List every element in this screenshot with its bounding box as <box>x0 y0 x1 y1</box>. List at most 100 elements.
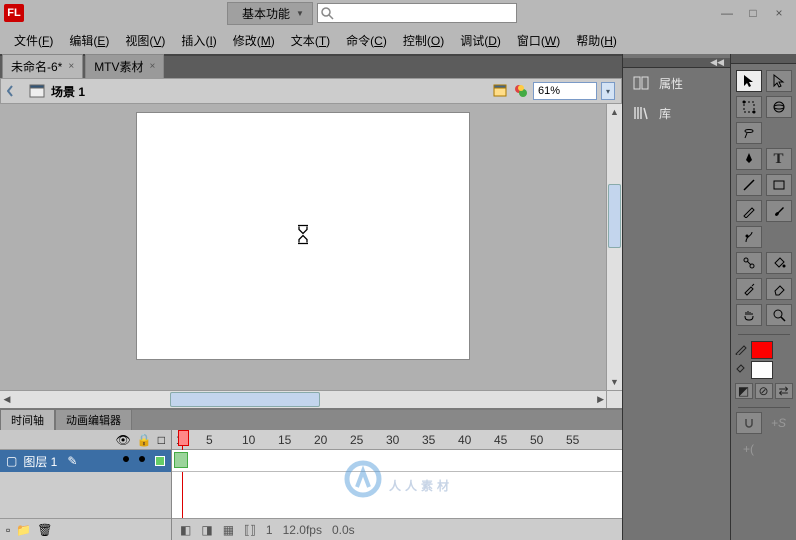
stroke-color-swatch[interactable] <box>751 341 773 359</box>
menu-modify[interactable]: 修改(M) <box>227 30 281 51</box>
no-color-icon[interactable]: ⊘ <box>755 383 773 399</box>
edit-symbols-icon[interactable] <box>513 83 529 99</box>
scroll-up-arrow-icon[interactable]: ▲ <box>607 104 622 120</box>
edit-scene-icon[interactable] <box>493 83 509 99</box>
stage-canvas[interactable] <box>136 112 470 360</box>
ruler-mark: 20 <box>314 433 327 447</box>
color-swatches: ◩ ⊘ ⇄ <box>731 337 796 403</box>
scroll-left-arrow-icon[interactable]: ◀ <box>0 394 14 405</box>
menu-commands[interactable]: 命令(C) <box>340 30 393 51</box>
snap-option-icon[interactable] <box>736 412 762 434</box>
ruler-mark: 15 <box>278 433 291 447</box>
search-box[interactable] <box>317 3 517 23</box>
layer-list: 👁 🔒 □ ▢ 图层 1 ✎ <box>0 430 172 540</box>
paint-bucket-tool[interactable] <box>766 252 792 274</box>
tab-motion-editor[interactable]: 动画编辑器 <box>55 409 132 430</box>
horizontal-scrollbar[interactable]: ◀ ▶ <box>0 390 606 408</box>
layer-outline-swatch[interactable] <box>155 456 165 466</box>
smooth-option-icon[interactable]: +S <box>766 412 792 434</box>
lasso-tool[interactable] <box>736 122 762 144</box>
close-icon[interactable]: × <box>68 61 74 72</box>
playhead[interactable] <box>182 430 183 518</box>
panel-library[interactable]: 库 <box>623 98 730 128</box>
timeline-tabs: 时间轴 动画编辑器 <box>0 410 622 430</box>
scrollbar-thumb[interactable] <box>608 184 621 248</box>
menu-file[interactable]: 文件(F) <box>8 30 59 51</box>
rectangle-tool[interactable] <box>766 174 792 196</box>
black-white-icon[interactable]: ◩ <box>735 383 753 399</box>
panel-expand-icon[interactable]: ◀◀ <box>623 58 730 68</box>
layer-lock-dot[interactable] <box>139 456 145 462</box>
keyframe[interactable] <box>174 452 188 468</box>
menu-window[interactable]: 窗口(W) <box>511 30 566 51</box>
eyedropper-tool[interactable] <box>736 278 762 300</box>
zoom-tool[interactable] <box>766 304 792 326</box>
fill-color-swatch[interactable] <box>751 361 773 379</box>
close-button[interactable]: × <box>772 6 786 20</box>
tab-timeline[interactable]: 时间轴 <box>0 409 55 430</box>
visibility-header-icon[interactable]: 👁 <box>116 433 131 447</box>
search-input[interactable] <box>338 6 512 18</box>
tools-grip[interactable] <box>731 54 796 64</box>
selection-tool[interactable] <box>736 70 762 92</box>
vertical-scrollbar[interactable]: ▲ ▼ <box>606 104 622 390</box>
stage-area[interactable]: ▲ ▼ ◀ ▶ <box>0 104 622 408</box>
subselection-tool[interactable] <box>766 70 792 92</box>
onion-skin-icon[interactable]: ◧ <box>180 523 191 537</box>
pen-tool[interactable] <box>736 148 762 170</box>
text-tool[interactable]: T <box>766 148 792 170</box>
doc-tab-title: MTV素材 <box>94 58 143 75</box>
library-icon <box>633 105 649 121</box>
swap-colors-icon[interactable]: ⇄ <box>775 383 793 399</box>
doc-tab[interactable]: MTV素材 × <box>85 54 164 78</box>
frames-area[interactable]: 1 5 10 15 20 25 30 35 40 45 50 55 <box>172 430 622 540</box>
bone-tool[interactable] <box>736 252 762 274</box>
back-arrow-icon[interactable] <box>7 83 23 99</box>
lock-header-icon[interactable]: 🔒 <box>137 433 152 447</box>
titlebar: FL 基本功能 ▼ — □ × <box>0 0 796 26</box>
layer-visible-dot[interactable] <box>123 456 129 462</box>
app-logo: FL <box>4 4 24 22</box>
scroll-right-arrow-icon[interactable]: ▶ <box>597 394 604 405</box>
zoom-dropdown-button[interactable]: ▾ <box>601 82 615 100</box>
close-icon[interactable]: × <box>150 61 156 72</box>
menu-view[interactable]: 视图(V) <box>119 30 171 51</box>
eraser-tool[interactable] <box>766 278 792 300</box>
menubar: 文件(F) 编辑(E) 视图(V) 插入(I) 修改(M) 文本(T) 命令(C… <box>0 26 796 54</box>
edit-multi-icon[interactable]: ▦ <box>223 523 234 537</box>
ruler-mark: 55 <box>566 433 579 447</box>
hand-tool[interactable] <box>736 304 762 326</box>
outline-header-icon[interactable]: □ <box>158 433 165 447</box>
panel-properties[interactable]: 属性 <box>623 68 730 98</box>
menu-debug[interactable]: 调试(D) <box>454 30 507 51</box>
scrollbar-thumb[interactable] <box>170 392 320 407</box>
minimize-button[interactable]: — <box>720 6 734 20</box>
maximize-button[interactable]: □ <box>746 6 760 20</box>
deco-tool[interactable] <box>736 226 762 248</box>
3d-rotation-tool[interactable] <box>766 96 792 118</box>
scroll-down-arrow-icon[interactable]: ▼ <box>607 374 622 390</box>
onion-markers-icon[interactable]: ⟦⟧ <box>244 523 256 537</box>
delete-layer-icon[interactable]: 🗑 <box>37 523 52 537</box>
brush-tool[interactable] <box>766 200 792 222</box>
frame-ruler[interactable]: 1 5 10 15 20 25 30 35 40 45 50 55 <box>172 430 622 450</box>
doc-tab-title: 未命名-6* <box>11 58 62 75</box>
menu-insert[interactable]: 插入(I) <box>175 30 222 51</box>
menu-help[interactable]: 帮助(H) <box>570 30 623 51</box>
layer-row[interactable]: ▢ 图层 1 ✎ <box>0 450 171 472</box>
new-folder-icon[interactable]: 📁 <box>16 523 31 537</box>
doc-tab-active[interactable]: 未命名-6* × <box>2 54 83 78</box>
workspace-selector[interactable]: 基本功能 ▼ <box>227 2 313 25</box>
line-tool[interactable] <box>736 174 762 196</box>
zoom-input[interactable] <box>533 82 597 100</box>
menu-edit[interactable]: 编辑(E) <box>63 30 115 51</box>
ruler-mark: 30 <box>386 433 399 447</box>
frame-row[interactable] <box>172 450 622 472</box>
onion-outline-icon[interactable]: ◨ <box>201 523 212 537</box>
free-transform-tool[interactable] <box>736 96 762 118</box>
menu-text[interactable]: 文本(T) <box>285 30 336 51</box>
pencil-tool[interactable] <box>736 200 762 222</box>
straighten-option-icon[interactable]: +( <box>736 438 762 460</box>
menu-control[interactable]: 控制(O) <box>397 30 450 51</box>
new-layer-icon[interactable]: ▫ <box>6 523 10 537</box>
